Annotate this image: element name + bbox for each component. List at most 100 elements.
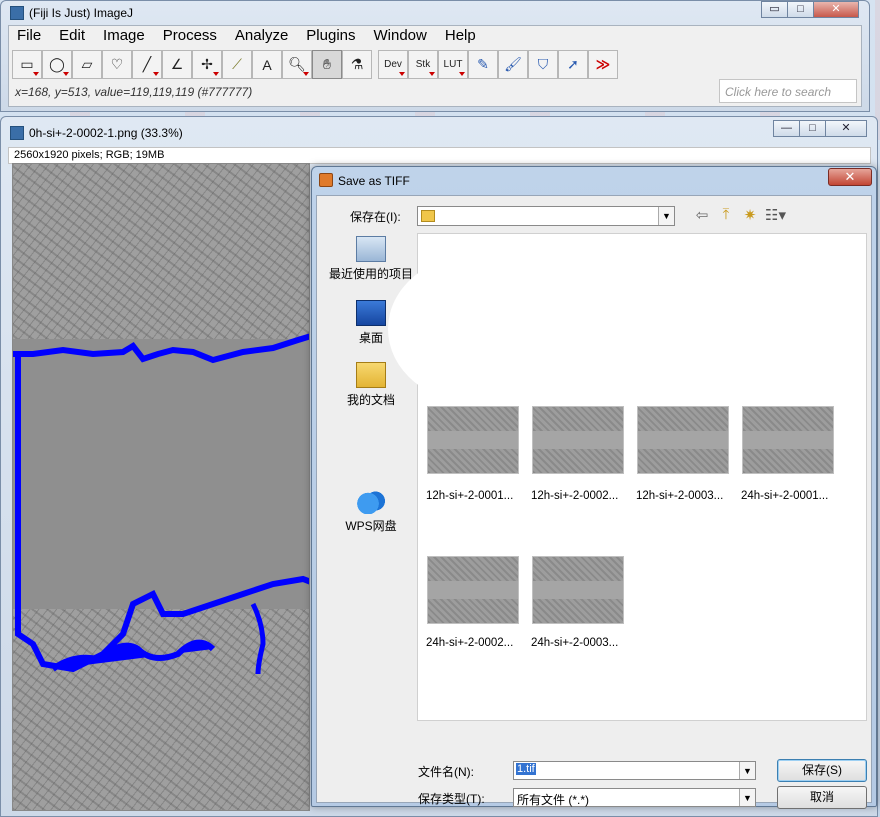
dropper-icon: ⚗ (350, 56, 364, 72)
stk-label: Stk (415, 59, 431, 70)
dialog-body: 保存在(I): ▼ ⇦ ⤒ ✷ ☷▾ 最近使用的项目 桌面 我的文档 WPS网盘… (316, 195, 872, 809)
close-button[interactable]: ✕ (813, 1, 859, 18)
java-icon (319, 173, 333, 187)
chevron-down-icon[interactable]: ▼ (658, 207, 674, 225)
place-wps-cloud[interactable]: WPS网盘 (325, 488, 417, 534)
image-close-button[interactable]: ✕ (825, 120, 867, 137)
file-type-select[interactable]: 所有文件 (*.*) ▼ (513, 788, 756, 807)
menu-window[interactable]: Window (374, 27, 427, 44)
image-minimize-button[interactable]: — (773, 120, 800, 137)
file-thumbnail[interactable] (427, 556, 519, 624)
lut-menu-tool[interactable]: LUT (438, 50, 468, 79)
file-name-value[interactable]: 1.tif (516, 763, 536, 775)
menu-edit[interactable]: Edit (59, 27, 85, 44)
paint-bucket-icon: ⛉ (537, 56, 549, 72)
file-thumbnail[interactable] (532, 406, 624, 474)
file-name[interactable]: 12h-si+-2-0002... (531, 490, 637, 502)
places-bar: 最近使用的项目 桌面 我的文档 WPS网盘 (325, 232, 417, 534)
minimize-button[interactable]: ▭ (761, 1, 788, 18)
line-tool[interactable]: ╱ (132, 50, 162, 79)
point-icon: ✢ (201, 56, 213, 72)
hand-tool[interactable]: ✋︎ (312, 50, 342, 79)
file-thumbnail[interactable] (427, 406, 519, 474)
view-menu-icon[interactable]: ☷▾ (765, 206, 786, 224)
file-thumbnail[interactable] (742, 406, 834, 474)
double-chevron-icon: ≫ (595, 56, 611, 72)
magnifier-icon: 🔍︎ (288, 56, 306, 72)
lut-label: LUT (443, 59, 463, 70)
file-name-input[interactable]: 1.tif ▼ (513, 761, 756, 780)
file-list[interactable]: 12h-si+-2-0001... 12h-si+-2-0002... 12h-… (388, 233, 867, 721)
new-folder-icon[interactable]: ✷ (741, 206, 759, 224)
file-name[interactable]: 24h-si+-2-0003... (531, 637, 637, 649)
text-tool[interactable]: A (252, 50, 282, 79)
desktop-icon (356, 300, 386, 326)
chevron-down-icon[interactable]: ▼ (739, 789, 755, 806)
freehand-icon: ♡ (110, 56, 124, 72)
look-in-combo[interactable]: ▼ (417, 206, 675, 226)
file-name-label: 文件名(N): (418, 765, 474, 779)
imagej-content: File Edit Image Process Analyze Plugins … (8, 25, 862, 107)
search-input[interactable]: Click here to search (719, 79, 857, 103)
nav-toolbar: ⇦ ⤒ ✷ ☷▾ (693, 206, 786, 224)
dev-label: Dev (384, 59, 402, 70)
flood-fill-tool[interactable]: ⛉ (528, 50, 558, 79)
cancel-button[interactable]: 取消 (777, 786, 867, 809)
menu-process[interactable]: Process (163, 27, 217, 44)
back-arrow-icon[interactable]: ⇦ (693, 206, 711, 224)
stack-menu-tool[interactable]: Stk (408, 50, 438, 79)
oval-tool[interactable]: ◯ (42, 50, 72, 79)
imagej-app-icon (10, 6, 24, 20)
pencil-icon: ✎ (477, 56, 489, 72)
look-in-label: 保存在(I): (350, 210, 401, 224)
wand-tool[interactable]: ⟋ (222, 50, 252, 79)
line-icon: ╱ (142, 56, 152, 72)
pencil-tool[interactable]: ✎ (468, 50, 498, 79)
freehand-tool[interactable]: ♡ (102, 50, 132, 79)
angle-tool[interactable]: ∠ (162, 50, 192, 79)
zoom-tool[interactable]: 🔍︎ (282, 50, 312, 79)
polygon-tool[interactable]: ▱ (72, 50, 102, 79)
place-label: WPS网盘 (345, 519, 397, 533)
brush-tool[interactable]: 🖌︎ (498, 50, 528, 79)
blank-area (388, 254, 568, 404)
wps-cloud-icon (356, 488, 386, 514)
image-window-title: 0h-si+-2-0002-1.png (33.3%) (29, 126, 183, 140)
place-recent[interactable]: 最近使用的项目 (325, 236, 417, 282)
place-label: 最近使用的项目 (328, 267, 413, 281)
menu-help[interactable]: Help (445, 27, 476, 44)
image-canvas[interactable] (12, 163, 310, 811)
menu-image[interactable]: Image (103, 27, 145, 44)
image-maximize-button[interactable]: □ (799, 120, 826, 137)
hand-icon: ✋︎ (323, 56, 331, 72)
chevron-down-icon[interactable]: ▼ (739, 762, 755, 779)
more-tools-button[interactable]: ≫ (588, 50, 618, 79)
file-name[interactable]: 12h-si+-2-0001... (426, 490, 532, 502)
menu-file[interactable]: File (17, 27, 41, 44)
file-name[interactable]: 12h-si+-2-0003... (636, 490, 742, 502)
point-tool[interactable]: ✢ (192, 50, 222, 79)
text-icon: A (262, 56, 272, 73)
imagej-main-window: (Fiji Is Just) ImageJ ▭ □ ✕ File Edit Im… (0, 0, 870, 112)
arrow-tool[interactable]: ➚ (558, 50, 588, 79)
file-thumbnail[interactable] (637, 406, 729, 474)
folder-up-icon[interactable]: ⤒ (717, 206, 735, 224)
file-name[interactable]: 24h-si+-2-0001... (741, 490, 847, 502)
save-button[interactable]: 保存(S) (777, 759, 867, 782)
toolbar: ▭ ◯ ▱ ♡ ╱ ∠ ✢ ⟋ A 🔍︎ ✋︎ ⚗ Dev Stk LUT ✎ … (12, 50, 618, 79)
dialog-close-button[interactable]: ✕ (828, 168, 872, 186)
menu-plugins[interactable]: Plugins (306, 27, 355, 44)
wand-icon: ⟋ (232, 56, 242, 72)
file-name[interactable]: 24h-si+-2-0002... (426, 637, 532, 649)
rectangle-icon: ▭ (20, 56, 34, 72)
menu-bar: File Edit Image Process Analyze Plugins … (17, 27, 494, 44)
dialog-title: Save as TIFF (338, 174, 410, 188)
rectangle-tool[interactable]: ▭ (12, 50, 42, 79)
arrow-icon: ➚ (567, 56, 579, 72)
dropper-tool[interactable]: ⚗ (342, 50, 372, 79)
dev-menu-tool[interactable]: Dev (378, 50, 408, 79)
menu-analyze[interactable]: Analyze (235, 27, 288, 44)
file-thumbnail[interactable] (532, 556, 624, 624)
image-window-controls: — □ ✕ (773, 120, 867, 137)
maximize-button[interactable]: □ (787, 1, 814, 18)
